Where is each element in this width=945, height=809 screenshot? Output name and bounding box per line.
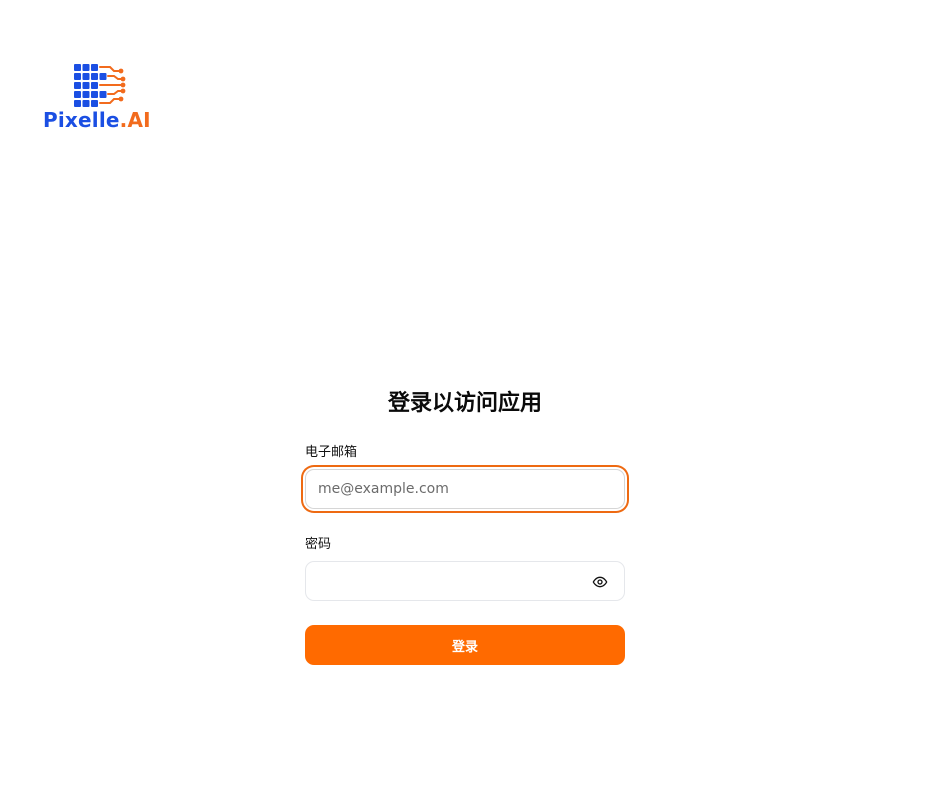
email-input[interactable] <box>306 470 624 508</box>
login-page: Pixelle.AI 登录以访问应用 电子邮箱 密码 登录 <box>0 0 945 809</box>
page-title: 登录以访问应用 <box>387 391 542 416</box>
password-input[interactable] <box>306 562 624 600</box>
login-button[interactable]: 登录 <box>305 625 625 665</box>
login-form: 登录以访问应用 电子邮箱 密码 登录 <box>305 388 625 665</box>
brand-name-primary: Pixelle <box>43 108 120 132</box>
email-field-group: 电子邮箱 <box>305 444 625 509</box>
eye-icon[interactable] <box>592 574 608 590</box>
email-label: 电子邮箱 <box>305 445 358 460</box>
email-input-wrapper <box>305 469 625 509</box>
password-label: 密码 <box>305 537 332 552</box>
brand-name-suffix: .AI <box>119 108 151 132</box>
brand-wordmark: Pixelle.AI <box>43 108 151 132</box>
password-field-group: 密码 <box>305 536 625 601</box>
pixel-grid-circuit-icon <box>74 64 126 107</box>
password-input-wrapper <box>305 561 625 601</box>
brand-logo: Pixelle.AI <box>42 64 162 136</box>
